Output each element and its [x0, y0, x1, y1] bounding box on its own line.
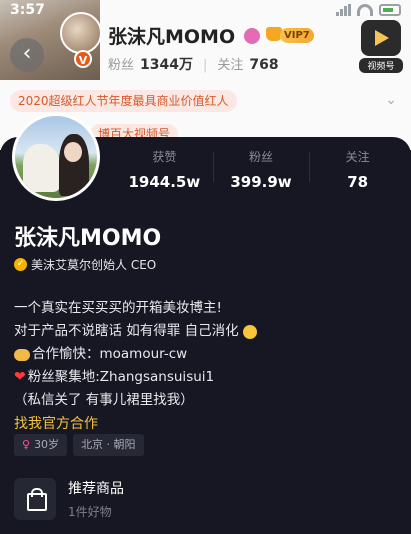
weibo-name: 张沫凡MOMO	[108, 26, 236, 48]
stat-label: 关注	[345, 150, 370, 164]
vip-badge: VIP7	[280, 28, 314, 43]
avatar-horse	[23, 144, 61, 192]
status-time: 3:57	[10, 2, 45, 18]
follow-label: 关注	[217, 58, 244, 73]
official-cooperation-link[interactable]: 找我官方合作	[14, 413, 98, 433]
bio-text: 一个真实在买买买的开箱美妆博主!	[14, 300, 222, 316]
badge-icon	[244, 28, 260, 44]
shop-text: 推荐商品 1件好物	[68, 478, 124, 520]
verified-check-icon: ✓	[14, 258, 27, 271]
bio-line: ❤ 粉丝聚集地:Zhangsansuisui1	[14, 366, 257, 389]
award-tag[interactable]: 2020超级红人节年度最具商业价值红人	[10, 90, 237, 112]
status-icons	[336, 4, 401, 16]
gender-female-icon: ♀	[22, 438, 31, 451]
bio-line: 一个真实在买买买的开箱美妆博主!	[14, 297, 257, 320]
profile-tags: ♀ 30岁 北京 · 朝阳	[14, 434, 144, 456]
bio-text: 对于产品不说瞎话 如有得罪 自己消化	[14, 323, 239, 339]
recommended-products[interactable]: 推荐商品 1件好物	[14, 478, 124, 520]
weibo-avatar[interactable]	[60, 12, 102, 54]
shop-subtitle: 1件好物	[68, 505, 112, 519]
shopping-bag-icon	[14, 478, 56, 520]
stat-fans[interactable]: 粉丝 399.9w	[212, 148, 310, 191]
fans-label: 粉丝	[108, 58, 135, 73]
fans-value: 1344万	[140, 57, 193, 73]
shop-title: 推荐商品	[68, 481, 124, 497]
location-tag: 北京 · 朝阳	[73, 434, 144, 456]
stat-value: 399.9w	[230, 173, 292, 191]
stat-likes[interactable]: 获赞 1944.5w	[116, 148, 213, 191]
verification-row: ✓ 美沫艾莫尔创始人 CEO	[14, 256, 156, 273]
video-account-icon	[361, 20, 401, 56]
profile-bio: 一个真实在买买买的开箱美妆博主! 对于产品不说瞎话 如有得罪 自己消化 合作愉快…	[14, 297, 257, 412]
shush-emoji-icon	[242, 324, 257, 339]
handshake-emoji-icon	[14, 348, 30, 361]
bio-line: 对于产品不说瞎话 如有得罪 自己消化	[14, 320, 257, 343]
video-account-label: 视频号	[359, 58, 403, 73]
bio-text: （私信关了 有事儿裙里找我）	[14, 392, 194, 408]
heart-emoji-icon: ❤	[14, 369, 26, 385]
age-tag: ♀ 30岁	[14, 434, 68, 456]
back-arrow-icon[interactable]: ‹	[10, 38, 44, 72]
verified-v-icon: V	[74, 50, 92, 68]
age-text: 30岁	[34, 438, 60, 451]
profile-avatar[interactable]	[12, 113, 100, 201]
stat-value: 78	[347, 173, 369, 191]
battery-icon	[379, 4, 401, 16]
profile-name: 张沫凡MOMO	[14, 226, 162, 251]
video-account-button[interactable]: 视频号	[359, 20, 403, 78]
bio-text: 粉丝聚集地:Zhangsansuisui1	[27, 369, 215, 385]
bio-line: 合作愉快：moamour-cw	[14, 343, 257, 366]
follow-value: 768	[249, 57, 279, 73]
avatar-face	[64, 142, 82, 162]
profile-stats: 获赞 1944.5w 粉丝 399.9w 关注 78	[116, 148, 406, 191]
wifi-icon	[357, 4, 373, 16]
stat-label: 粉丝	[249, 150, 274, 164]
verification-text: 美沫艾莫尔创始人 CEO	[31, 258, 157, 272]
divider: |	[202, 58, 208, 73]
stat-following[interactable]: 关注 78	[309, 148, 406, 191]
bio-text: 合作愉快：moamour-cw	[32, 346, 188, 362]
stat-label: 获赞	[152, 150, 177, 164]
chevron-down-icon[interactable]: ⌄	[385, 92, 397, 108]
bio-line: （私信关了 有事儿裙里找我）	[14, 389, 257, 412]
stat-value: 1944.5w	[128, 173, 201, 191]
signal-icon	[336, 4, 351, 16]
weibo-stats: 粉丝 1344万 | 关注 768	[108, 54, 285, 74]
